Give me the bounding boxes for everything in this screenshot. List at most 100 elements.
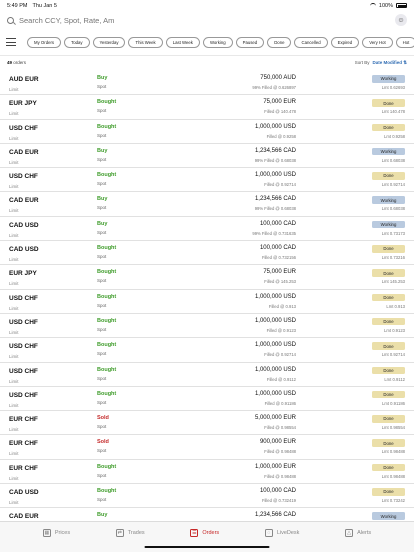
order-row[interactable]: EUR CHF Limit Bought Spot 1,000,000 EUR Fille… bbox=[0, 460, 414, 485]
order-type: Limit bbox=[9, 402, 19, 408]
filter-chip[interactable]: Last Week bbox=[165, 36, 200, 48]
filter-chip[interactable]: Done bbox=[267, 36, 292, 48]
filter-chip[interactable]: Expired bbox=[330, 36, 360, 48]
order-amount: 75,000 EUR bbox=[263, 99, 296, 106]
filter-chip[interactable]: Today bbox=[64, 36, 90, 48]
order-type: Limit bbox=[9, 427, 19, 433]
order-row[interactable]: CAD EUR Limit Buy Spot 1,234,566 CAD 99% Fill… bbox=[0, 144, 414, 169]
product-type: Spot bbox=[97, 448, 107, 454]
currency-pair: CAD EUR bbox=[9, 513, 39, 521]
search-box bbox=[7, 15, 395, 25]
order-row[interactable]: CAD EURLimitBuySpot1,234,566 CADWorking bbox=[0, 508, 414, 521]
battery-percent: 100% bbox=[378, 2, 393, 9]
search-input[interactable] bbox=[19, 15, 269, 25]
order-amount: 900,000 EUR bbox=[259, 439, 296, 446]
order-amount: 100,000 CAD bbox=[259, 245, 296, 252]
tab-label: Prices bbox=[54, 530, 71, 536]
filter-chip[interactable]: Paused bbox=[235, 36, 265, 48]
order-type: Limit bbox=[9, 500, 19, 506]
order-amount: 75,000 EUR bbox=[263, 269, 296, 276]
tab-label: LiveDesk bbox=[276, 530, 300, 536]
tab-trades[interactable]: ⇄ Trades bbox=[115, 529, 145, 537]
order-row[interactable]: USD CHF Limit Bought Spot 1,000,000 USD Fille… bbox=[0, 363, 414, 387]
order-row[interactable]: USD CHF Limit Bought Spot 1,000,000 USD Fille… bbox=[0, 120, 414, 144]
filter-chip[interactable]: This Week bbox=[128, 36, 163, 48]
order-amount: 1,000,000 USD bbox=[254, 317, 296, 324]
currency-pair: USD CHF bbox=[9, 294, 38, 302]
tab-livedesk[interactable]: ◌ LiveDesk bbox=[264, 529, 300, 537]
order-row[interactable]: EUR CHF Limit Sold Spot 5,000,000 EUR Filled … bbox=[0, 411, 414, 436]
order-amount: 5,000,000 EUR bbox=[254, 415, 296, 422]
limit-rate: Lmt 145.253 bbox=[381, 279, 405, 285]
tab-orders[interactable]: ☰ Orders bbox=[190, 529, 219, 537]
order-row[interactable]: AUD EUR Limit Buy Spot 750,000 AUD 99% Filled… bbox=[0, 71, 414, 96]
status-badge: Done bbox=[372, 317, 405, 326]
currency-pair: EUR CHF bbox=[9, 416, 38, 424]
order-row[interactable]: CAD EUR Limit Buy Spot 1,234,566 CAD 99% Fill… bbox=[0, 192, 414, 217]
limit-rate: Lmt 0.68038 bbox=[381, 157, 405, 163]
order-side: Buy bbox=[97, 147, 108, 154]
order-row[interactable]: USD CHF Limit Bought Spot 1,000,000 USD Fille… bbox=[0, 338, 414, 363]
order-row[interactable]: USD CHF Limit Bought Spot 1,000,000 USD Fille… bbox=[0, 314, 414, 339]
tab-alerts[interactable]: △ Alerts bbox=[345, 529, 371, 537]
tab-label: Orders bbox=[202, 530, 220, 536]
limit-rate: Lmt 0.91186 bbox=[382, 400, 405, 406]
profile-icon[interactable]: ☺ bbox=[395, 14, 407, 26]
fill-info: 99% Filled @ 0.68038 bbox=[254, 157, 296, 163]
filter-chip[interactable]: Hot bbox=[395, 36, 414, 48]
order-row[interactable]: CAD USD Limit Bought Spot 100,000 CAD Filled … bbox=[0, 241, 414, 266]
fill-info: Filled @ 0.92714 bbox=[264, 352, 296, 358]
currency-pair: EUR CHF bbox=[9, 464, 38, 472]
product-type: Spot bbox=[97, 472, 107, 478]
product-type: Spot bbox=[97, 229, 107, 235]
order-row[interactable]: CAD USD Limit Bought Spot 100,000 CAD Filled … bbox=[0, 484, 414, 509]
order-count-value: 49 bbox=[7, 60, 13, 65]
order-amount: 1,000,000 EUR bbox=[254, 463, 296, 470]
order-amount: 1,000,000 USD bbox=[254, 390, 296, 397]
sort-control[interactable]: Sort By Date Modified ⇅ bbox=[355, 60, 407, 66]
status-date: Thu Jan 5 bbox=[32, 2, 57, 9]
orders-meta-row: 49 orders Sort By Date Modified ⇅ bbox=[0, 55, 414, 69]
status-badge: Working bbox=[372, 147, 405, 156]
filter-chip[interactable]: My Orders bbox=[27, 36, 62, 48]
product-type: Spot bbox=[97, 132, 107, 138]
product-type: Spot bbox=[97, 84, 107, 89]
orders-list: AUD EUR Limit Buy Spot 750,000 AUD 99% Filled… bbox=[0, 71, 414, 521]
order-type: Limit bbox=[9, 354, 19, 360]
order-amount: 1,234,566 CAD bbox=[254, 196, 296, 203]
limit-rate: Lmt 0.98488 bbox=[381, 473, 405, 479]
search-row: ☺ bbox=[0, 11, 414, 29]
order-count: 49 orders bbox=[7, 60, 26, 65]
order-row[interactable]: EUR CHF Limit Sold Spot 900,000 EUR Filled @ … bbox=[0, 435, 414, 460]
order-row[interactable]: USD CHF Limit Bought Spot 1,000,000 USD Fille… bbox=[0, 290, 414, 314]
filter-chip[interactable]: Cancelled bbox=[294, 36, 328, 48]
status-badge: Done bbox=[372, 172, 405, 180]
filter-settings-icon[interactable] bbox=[6, 38, 16, 46]
fill-info: Filled @ 0.98554 bbox=[264, 425, 296, 431]
status-badge: Done bbox=[372, 123, 405, 132]
currency-pair: CAD USD bbox=[9, 246, 39, 254]
order-row[interactable]: EUR JPY Limit Bought Spot 75,000 EUR Filled @… bbox=[0, 95, 414, 120]
order-row[interactable]: USD CHF Limit Bought Spot 1,000,000 USD Fille… bbox=[0, 168, 414, 193]
status-badge: Working bbox=[372, 196, 405, 204]
filter-chip[interactable]: Very Hot bbox=[362, 36, 393, 48]
tab-prices[interactable]: ▦ Prices bbox=[42, 529, 71, 537]
order-row[interactable]: USD CHF Limit Bought Spot 1,000,000 USD Fille… bbox=[0, 387, 414, 412]
product-type: Spot bbox=[97, 497, 107, 503]
product-type: Spot bbox=[97, 278, 107, 284]
livedesk-icon: ◌ bbox=[264, 529, 273, 537]
order-side: Sold bbox=[97, 439, 109, 446]
home-indicator bbox=[144, 545, 270, 548]
currency-pair: EUR JPY bbox=[9, 100, 37, 108]
fill-info: Filled @ 0.732156 bbox=[261, 255, 296, 261]
order-row[interactable]: EUR JPY Limit Bought Spot 75,000 EUR Filled @… bbox=[0, 265, 414, 290]
status-badge: Done bbox=[372, 415, 405, 423]
limit-rate: Lmt 0.73242 bbox=[381, 498, 405, 504]
order-side: Bought bbox=[97, 390, 117, 397]
filter-chip[interactable]: Working bbox=[202, 36, 233, 48]
battery-icon bbox=[396, 3, 407, 8]
sort-value[interactable]: Date Modified ⇅ bbox=[372, 60, 407, 66]
filter-chip[interactable]: Yesterday bbox=[92, 36, 126, 48]
order-row[interactable]: CAD USD Limit Buy Spot 100,000 CAD 99% Filled… bbox=[0, 217, 414, 242]
order-side: Buy bbox=[97, 75, 108, 81]
